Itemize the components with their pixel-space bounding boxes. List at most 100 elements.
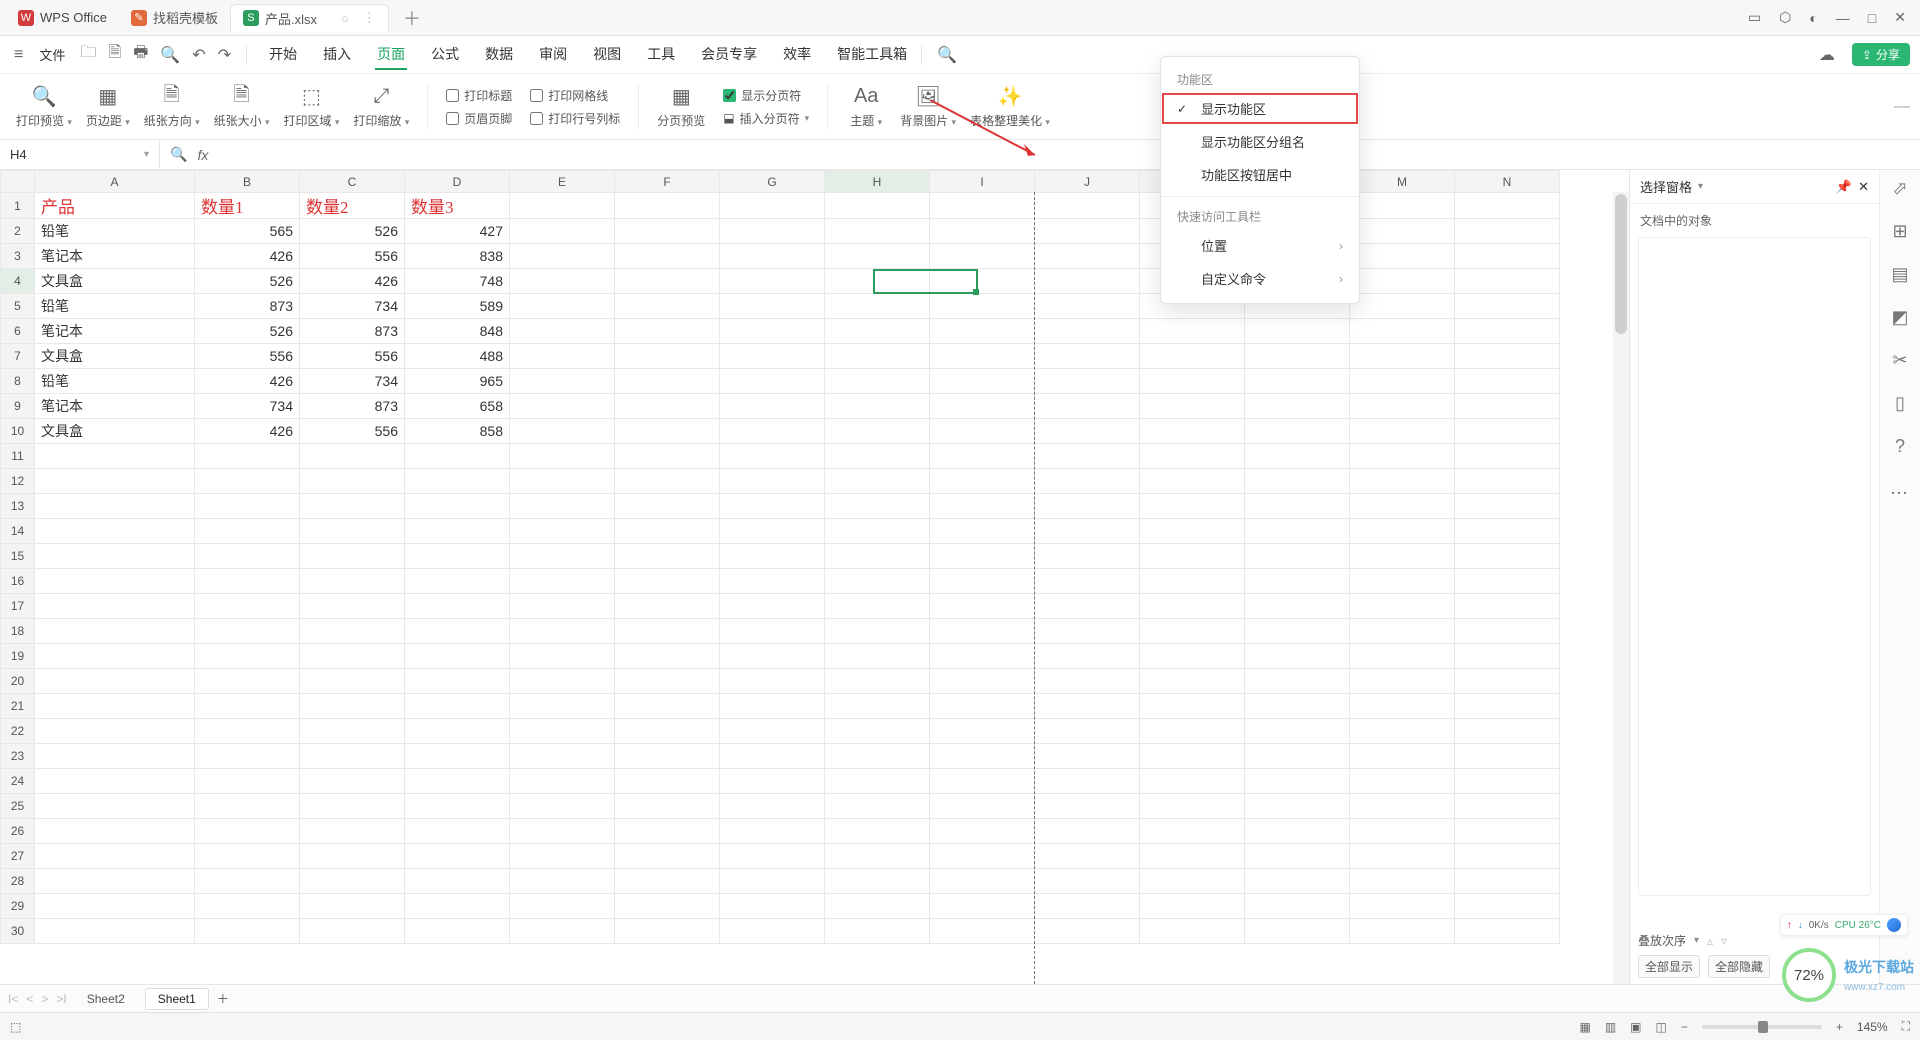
window-maximize[interactable]: □: [1868, 10, 1876, 26]
zoom-out-icon[interactable]: −: [1681, 1020, 1688, 1034]
sheet-tab[interactable]: Sheet1: [145, 988, 209, 1010]
view-pagebreak-icon[interactable]: ▥: [1605, 1020, 1616, 1034]
app-box-icon[interactable]: ▭: [1748, 9, 1761, 26]
popup-item[interactable]: 自定义命令›: [1161, 262, 1359, 295]
formula-input[interactable]: [218, 147, 1910, 162]
print-icon[interactable]: 🖶: [130, 41, 151, 68]
popup-item[interactable]: 位置›: [1161, 229, 1359, 262]
sheet-nav-prev[interactable]: <: [26, 992, 33, 1006]
move-down-icon[interactable]: ▿: [1721, 934, 1727, 948]
side-toolstrip: ⬀ ⊞ ▤ ◩ ✂ ▯ ? ⋯: [1880, 170, 1920, 984]
ribbon-纸张大小[interactable]: 🗎纸张大小 ▾: [214, 85, 270, 129]
hamburger-icon[interactable]: ≡: [10, 46, 27, 64]
ribbon-主题[interactable]: Aa主题 ▾: [846, 85, 886, 129]
fx-icon[interactable]: fx: [197, 147, 208, 163]
zoom-in-icon[interactable]: +: [1836, 1020, 1843, 1034]
close-icon[interactable]: ✕: [1858, 179, 1869, 195]
style-icon[interactable]: ⊞: [1892, 221, 1907, 242]
device-icon[interactable]: ▯: [1895, 393, 1905, 414]
tab-menu-icon[interactable]: ○: [341, 11, 349, 26]
help-icon[interactable]: ?: [1895, 436, 1905, 457]
collapse-ribbon-icon[interactable]: —: [1894, 98, 1910, 116]
watermark: 72% 极光下载站www.xz7.com: [1782, 948, 1914, 1002]
show-page-break-check[interactable]: 显示分页符: [723, 87, 809, 104]
page-break-line: [1034, 192, 1035, 984]
search-icon[interactable]: 🔍: [934, 45, 960, 65]
menu-效率[interactable]: 效率: [781, 40, 813, 70]
show-all-button[interactable]: 全部显示: [1638, 955, 1700, 978]
window-minimize[interactable]: —: [1836, 10, 1850, 26]
ribbon-打印区域[interactable]: ⬚打印区域 ▾: [284, 85, 340, 129]
tab-docer[interactable]: ✎找稻壳模板: [119, 4, 230, 32]
more-icon[interactable]: ⋯: [1890, 483, 1910, 504]
menu-数据[interactable]: 数据: [483, 40, 515, 70]
app-cube-icon[interactable]: ⬡: [1779, 9, 1791, 26]
tab-file[interactable]: S产品.xlsx○⋮: [230, 4, 389, 32]
ribbon-打印缩放[interactable]: ⤢打印缩放 ▾: [353, 85, 409, 129]
ribbon-check-打印标题[interactable]: 打印标题: [446, 87, 512, 104]
sheet-icon: S: [243, 10, 259, 26]
sheet-nav-last[interactable]: >I: [56, 992, 66, 1006]
perf-widget[interactable]: ↑↓0K/s CPU 26°C: [1780, 914, 1908, 936]
tab-add[interactable]: ＋: [397, 5, 427, 31]
ribbon-页边距[interactable]: ▦页边距 ▾: [86, 85, 130, 129]
preview-icon[interactable]: 🔍: [157, 45, 183, 65]
fullscreen-icon[interactable]: ⛶: [1902, 1019, 1910, 1034]
status-settings-icon[interactable]: ⬚: [10, 1020, 21, 1034]
avatar-icon[interactable]: ◐: [1809, 10, 1817, 26]
menu-页面[interactable]: 页面: [375, 40, 407, 70]
analytics-icon[interactable]: ◩: [1891, 307, 1908, 328]
ribbon-打印预览[interactable]: 🔍打印预览 ▾: [16, 85, 72, 129]
popup-section: 快速访问工具栏: [1161, 202, 1359, 229]
sheet-tab[interactable]: Sheet2: [75, 989, 137, 1009]
sheet-nav-first[interactable]: I<: [8, 992, 18, 1006]
spreadsheet-grid[interactable]: ABCDEFGHIJKLMN1产品数量1数量2数量32铅笔5655264273笔…: [0, 170, 1630, 984]
share-button[interactable]: ⇪ 分享: [1852, 43, 1910, 66]
sheet-nav-next[interactable]: >: [41, 992, 48, 1006]
ribbon-check-打印行号列标[interactable]: 打印行号列标: [530, 110, 620, 127]
menu-审阅[interactable]: 审阅: [537, 40, 569, 70]
popup-item[interactable]: 显示功能区分组名: [1161, 125, 1359, 158]
popup-item[interactable]: 功能区按钮居中: [1161, 158, 1359, 191]
view-layout-icon[interactable]: ◫: [1656, 1020, 1667, 1034]
insert-page-break[interactable]: ⬓插入分页符▾: [723, 110, 809, 127]
file-menu[interactable]: 文件: [33, 45, 71, 64]
hide-all-button[interactable]: 全部隐藏: [1708, 955, 1770, 978]
tab-wps[interactable]: WWPS Office: [6, 4, 119, 32]
ribbon-check-打印网格线[interactable]: 打印网格线: [530, 87, 620, 104]
save-icon[interactable]: 🗎: [105, 41, 124, 68]
menu-视图[interactable]: 视图: [591, 40, 623, 70]
titlebar: WWPS Office ✎找稻壳模板 S产品.xlsx○⋮ ＋ ▭ ⬡ ◐ — …: [0, 0, 1920, 36]
layout-icon[interactable]: ▤: [1891, 264, 1908, 285]
menu-智能工具箱[interactable]: 智能工具箱: [835, 40, 909, 70]
tools-icon[interactable]: ✂: [1892, 350, 1907, 371]
zoom-slider[interactable]: [1702, 1025, 1822, 1029]
fx-lookup-icon[interactable]: 🔍: [170, 146, 187, 163]
vertical-scrollbar[interactable]: [1613, 192, 1629, 984]
menu-会员专享[interactable]: 会员专享: [699, 40, 759, 70]
menu-插入[interactable]: 插入: [321, 40, 353, 70]
window-close[interactable]: ✕: [1894, 9, 1906, 26]
name-box[interactable]: H4▾: [0, 140, 160, 169]
undo-icon[interactable]: ↶: [189, 45, 208, 65]
zoom-level[interactable]: 145%: [1857, 1020, 1888, 1034]
ribbon-纸张方向[interactable]: 🗎纸张方向 ▾: [144, 85, 200, 129]
popup-item[interactable]: ✓显示功能区: [1161, 92, 1359, 125]
ribbon-check-页眉页脚[interactable]: 页眉页脚: [446, 110, 512, 127]
move-up-icon[interactable]: ▵: [1707, 934, 1713, 948]
menu-工具[interactable]: 工具: [645, 40, 677, 70]
open-icon[interactable]: 🗀: [77, 41, 99, 68]
page-break-preview[interactable]: ▦分页预览: [657, 85, 705, 129]
pin-icon[interactable]: 📌: [1836, 179, 1852, 195]
cloud-icon[interactable]: ☁: [1816, 45, 1838, 65]
tab-more-icon[interactable]: ⋮: [363, 10, 376, 26]
menu-公式[interactable]: 公式: [429, 40, 461, 70]
redo-icon[interactable]: ↷: [215, 45, 234, 65]
view-normal-icon[interactable]: ▦: [1579, 1020, 1590, 1034]
add-sheet-button[interactable]: ＋: [217, 990, 229, 1007]
view-reading-icon[interactable]: ▣: [1630, 1020, 1641, 1034]
menu-开始[interactable]: 开始: [267, 40, 299, 70]
select-icon[interactable]: ⬀: [1892, 178, 1907, 199]
pane-body: [1638, 237, 1871, 896]
docer-icon: ✎: [131, 10, 147, 26]
